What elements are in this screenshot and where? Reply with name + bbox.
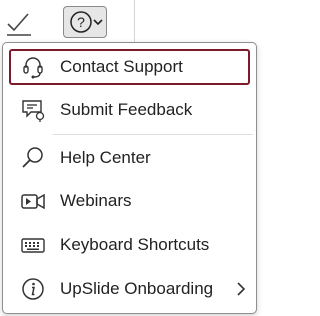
menu-item-label: Keyboard Shortcuts xyxy=(60,235,210,254)
menu-item-contact-support[interactable]: Contact Support xyxy=(9,49,250,85)
menu-item-label: Webinars xyxy=(60,191,132,210)
toolbar-divider xyxy=(134,0,135,42)
help-menu: Contact Support Submit Feedback Help Cen… xyxy=(2,42,257,314)
checkmark-icon xyxy=(7,13,31,36)
menu-item-webinars[interactable]: Webinars xyxy=(9,183,250,219)
menu-item-label: UpSlide Onboarding xyxy=(60,279,214,298)
menu-item-label: Contact Support xyxy=(60,57,183,76)
menu-separator xyxy=(53,134,253,135)
toolbar: ? xyxy=(0,0,260,42)
help-icon-glyph: ? xyxy=(77,14,85,30)
search-icon xyxy=(22,147,43,168)
menu-item-help-center[interactable]: Help Center xyxy=(9,140,250,176)
menu-item-submit-feedback[interactable]: Submit Feedback xyxy=(9,92,250,128)
checkmark-button[interactable] xyxy=(4,8,34,38)
info-icon xyxy=(22,278,44,300)
chevron-down-icon xyxy=(93,19,103,26)
video-camera-icon xyxy=(21,193,45,210)
menu-item-label: Help Center xyxy=(60,148,151,167)
menu-item-upslide-onboarding[interactable]: UpSlide Onboarding xyxy=(9,271,250,307)
chevron-right-icon xyxy=(237,282,246,296)
help-dropdown-button[interactable]: ? xyxy=(63,6,107,38)
menu-item-keyboard-shortcuts[interactable]: Keyboard Shortcuts xyxy=(9,227,250,263)
feedback-icon xyxy=(22,100,45,122)
headset-icon xyxy=(23,57,43,79)
menu-item-label: Submit Feedback xyxy=(60,100,193,119)
help-icon: ? xyxy=(70,11,92,33)
keyboard-icon xyxy=(21,238,45,253)
